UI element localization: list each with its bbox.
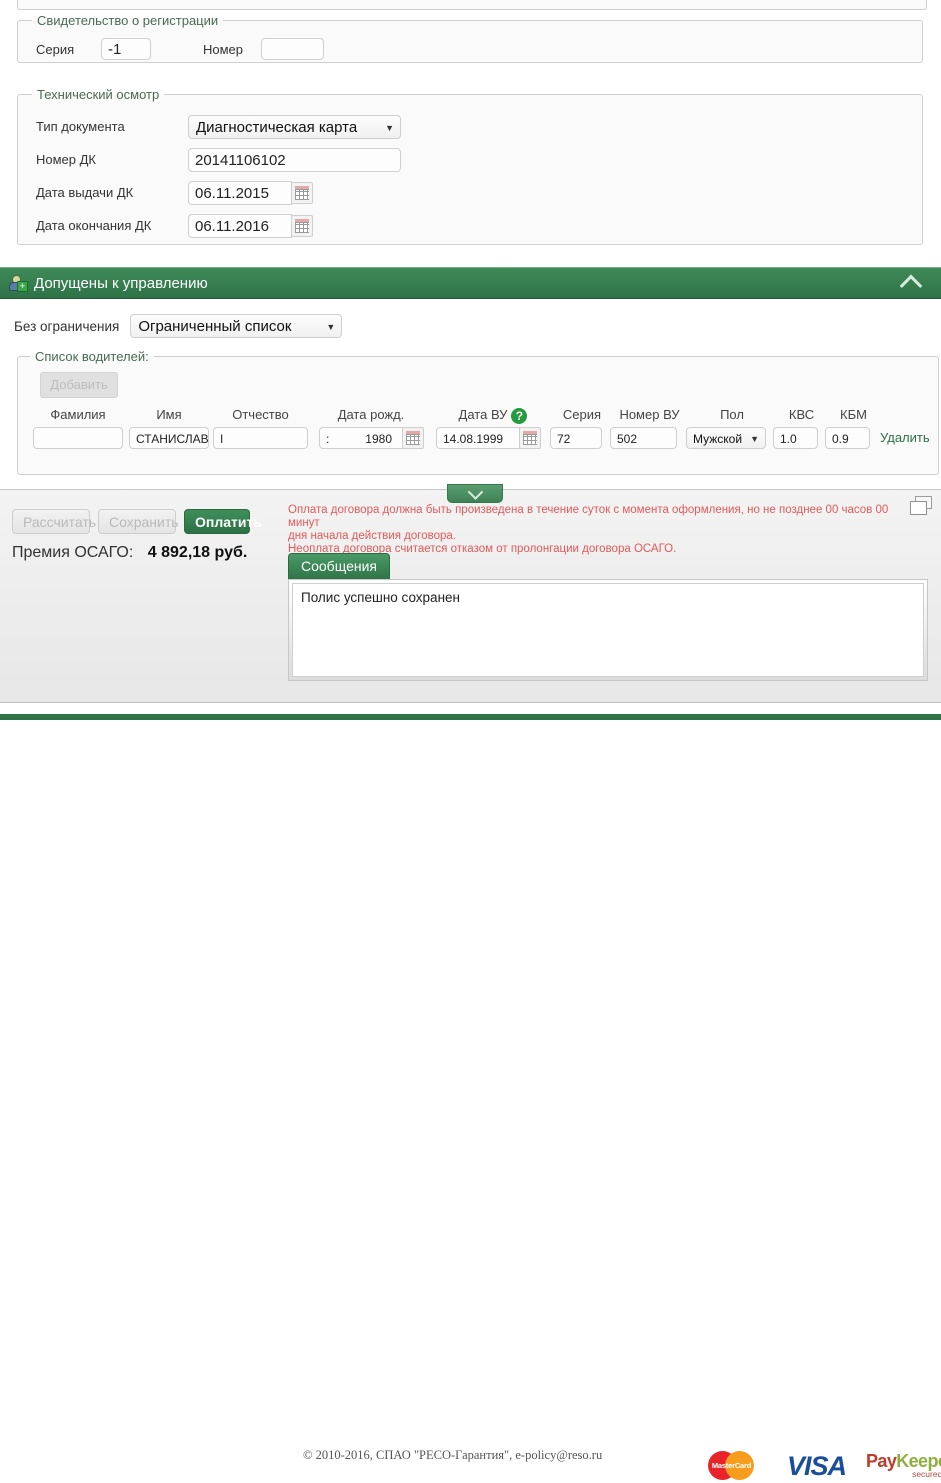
page-root: Свидетельство о регистрации Серия -1 Ном… <box>0 0 941 1481</box>
windows-copy-icon[interactable] <box>910 496 932 516</box>
save-button[interactable]: Сохранить <box>98 509 179 534</box>
premium-label: Премия ОСАГО: <box>12 544 134 561</box>
dk-end-date-input[interactable]: 06.11.2016 <box>188 213 292 238</box>
registration-certificate-fieldset: Свидетельство о регистрации Серия -1 Ном… <box>17 13 923 63</box>
toggle-payment-panel-handle[interactable] <box>447 484 503 503</box>
col-kvs: КВС <box>788 407 815 422</box>
col-name: Имя <box>156 407 182 422</box>
doc-type-select-value: Диагностическая карта <box>196 118 358 136</box>
collapse-section-button[interactable] <box>889 271 933 298</box>
dk-issue-date-input[interactable]: 06.11.2015 <box>188 180 292 205</box>
add-user-icon: + <box>9 275 28 292</box>
col-licence-date-text: Дата ВУ <box>458 407 508 422</box>
calendar-icon-issue[interactable] <box>291 181 313 204</box>
premium-row: Премия ОСАГО: 4 892,18 руб. <box>12 544 247 562</box>
drivers-table-header: Фамилия Имя Отчество Дата рожд. Дата ВУ?… <box>26 407 930 424</box>
registration-number-input[interactable] <box>261 38 325 60</box>
driver-name-input[interactable]: СТАНИСЛАВ <box>129 426 209 449</box>
driver-licence-date-group: 14.08.1999 <box>436 426 541 449</box>
driver-series-input[interactable]: 72 <box>550 426 602 449</box>
chevron-down-icon <box>467 484 483 500</box>
driver-patronymic-input[interactable]: I <box>213 426 308 449</box>
driver-birthdate-input[interactable]: : 1980 <box>319 426 403 449</box>
chevron-down-icon: ▼ <box>750 433 759 444</box>
calendar-icon-end[interactable] <box>291 214 313 237</box>
registration-series-label: Серия <box>36 41 75 57</box>
chevron-down-icon: ▼ <box>385 122 394 133</box>
paykeeper-logo-icon: PayKeeper secured by <box>866 1451 941 1479</box>
dk-end-date-label: Дата окончания ДК <box>36 218 152 233</box>
col-licence-number: Номер ВУ <box>619 407 680 422</box>
restriction-select-value: Ограниченный список <box>138 318 292 335</box>
dk-number-input[interactable]: 20141106102 <box>188 147 401 172</box>
payment-warning: Оплата договора должна быть произведена … <box>288 504 898 556</box>
col-gender: Пол <box>720 407 744 422</box>
paykeeper-keeper-text: Keeper <box>896 1451 941 1471</box>
col-kbm: КБМ <box>840 407 867 422</box>
restriction-row: Без ограничения Ограниченный список ▼ <box>14 313 343 339</box>
registration-number-label: Номер <box>203 41 244 57</box>
dk-issue-date-label: Дата выдачи ДК <box>36 185 134 200</box>
visa-logo-icon: VISA <box>787 1451 847 1481</box>
doc-type-label: Тип документа <box>36 119 125 134</box>
messages-tab[interactable]: Сообщения <box>288 553 390 580</box>
col-licence-date: Дата ВУ? <box>441 407 545 424</box>
driver-surname-input[interactable] <box>33 426 123 449</box>
drivers-list-fieldset: Список водителей: Добавить Фамилия Имя О… <box>17 349 939 475</box>
col-surname: Фамилия <box>50 407 106 422</box>
payment-buttons: Рассчитать Сохранить Оплатить <box>12 509 262 534</box>
registration-series-input[interactable]: -1 <box>101 38 151 60</box>
driver-gender-value: Мужской <box>693 431 743 446</box>
col-patronymic: Отчество <box>232 407 289 422</box>
col-series: Серия <box>562 407 602 422</box>
restriction-select[interactable]: Ограниченный список ▼ <box>130 314 343 338</box>
driver-licence-date-input[interactable]: 14.08.1999 <box>436 426 520 449</box>
footer: © 2010-2016, СПАО "РЕСО-Гарантия", e-pol… <box>0 720 941 1481</box>
messages-area: Сообщения Полис успешно сохранен <box>288 553 928 681</box>
mastercard-label: MasterCard <box>711 1461 752 1470</box>
driver-birthdate-group: : 1980 <box>319 426 424 449</box>
pay-button[interactable]: Оплатить <box>184 509 262 534</box>
driver-birthdate-prefix: : <box>326 431 330 446</box>
drivers-list-legend: Список водителей: <box>35 349 149 364</box>
messages-content: Полис успешно сохранен <box>292 583 924 677</box>
calculate-button[interactable]: Рассчитать <box>12 509 96 534</box>
add-driver-button[interactable]: Добавить <box>40 372 118 398</box>
premium-value: 4 892,18 руб. <box>147 544 248 561</box>
calendar-icon-licence[interactable] <box>519 426 541 449</box>
doc-type-select[interactable]: Диагностическая карта ▼ <box>188 114 401 139</box>
drivers-section-title: Допущены к управлению <box>34 274 208 292</box>
chevron-up-icon <box>899 274 923 298</box>
driver-gender-select[interactable]: Мужской ▼ <box>686 426 766 449</box>
calendar-icon-birthdate[interactable] <box>402 426 424 449</box>
inspection-legend: Технический осмотр <box>37 87 160 102</box>
registration-legend: Свидетельство о регистрации <box>37 13 219 28</box>
driver-kvs-input[interactable]: 1.0 <box>773 426 818 449</box>
payment-warning-line-2: дня начала действия договора. <box>288 530 456 542</box>
driver-licence-number-input[interactable]: 502 <box>610 426 677 449</box>
driver-birthdate-value: 1980 <box>365 431 392 446</box>
dk-number-label: Номер ДК <box>36 152 97 167</box>
restriction-label: Без ограничения <box>14 318 120 334</box>
table-row: СТАНИСЛАВ I : 1980 14.08.1999 72 502 Мужс… <box>26 426 930 449</box>
previous-fieldset-bottom <box>17 0 927 10</box>
help-icon[interactable]: ? <box>511 407 528 424</box>
col-birthdate: Дата рожд. <box>337 407 405 422</box>
payment-warning-line-1: Оплата договора должна быть произведена … <box>288 504 889 529</box>
mastercard-logo-icon: MasterCard <box>708 1447 764 1483</box>
delete-driver-link[interactable]: Удалить <box>880 430 930 445</box>
driver-kbm-input[interactable]: 0.9 <box>825 426 870 449</box>
technical-inspection-fieldset: Технический осмотр Тип документа Диагнос… <box>17 87 923 245</box>
payment-panel: Рассчитать Сохранить Оплатить Премия ОСА… <box>0 489 941 703</box>
chevron-down-icon: ▼ <box>326 322 336 332</box>
paykeeper-pay-text: Pay <box>866 1451 897 1471</box>
drivers-section-header[interactable]: + Допущены к управлению <box>0 267 941 299</box>
copyright-text: © 2010-2016, СПАО "РЕСО-Гарантия", e-pol… <box>303 1448 603 1462</box>
